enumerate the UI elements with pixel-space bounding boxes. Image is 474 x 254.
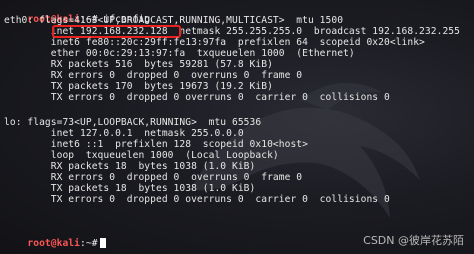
eth0-inet6: inet6 fe80::20c:29ff:fe13:97fa prefixlen…	[4, 37, 425, 48]
lo-inet6: inet6 ::1 prefixlen 128 scopeid 0x10<hos…	[4, 139, 308, 150]
lo-header: lo: flags=73<UP,LOOPBACK,RUNNING> mtu 65…	[4, 117, 262, 128]
lo-tx-errors: TX errors 0 dropped 0 overruns 0 carrier…	[4, 194, 390, 205]
csdn-watermark: CSDN @彼岸花苏陌	[363, 234, 464, 247]
prompt-line-2[interactable]: root@kali:~#	[4, 227, 106, 249]
terminal-window[interactable]: root@kali:~# ifconfig eth0: flags=4163<U…	[0, 0, 474, 254]
text-cursor	[99, 238, 106, 248]
lo-rx-errors: RX errors 0 dropped 0 overruns 0 frame 0	[4, 172, 303, 183]
prompt-line-1: root@kali:~# ifconfig	[4, 3, 150, 25]
eth0-tx-errors: TX errors 0 dropped 0 overruns 0 carrier…	[4, 92, 390, 103]
prompt-separator-2: :~#	[80, 238, 98, 249]
prompt-user-host-2: root@kali	[27, 238, 81, 249]
lo-inet: inet 127.0.0.1 netmask 255.0.0.0	[4, 128, 244, 139]
lo-rx-packets: RX packets 18 bytes 1038 (1.0 KiB)	[4, 161, 256, 172]
eth0-rx-errors: RX errors 0 dropped 0 overruns 0 frame 0	[4, 70, 303, 81]
lo-tx-packets: TX packets 18 bytes 1038 (1.0 KiB)	[4, 183, 256, 194]
eth0-rx-packets: RX packets 516 bytes 59281 (57.8 KiB)	[4, 59, 273, 70]
lo-loop: loop txqueuelen 1000 (Local Loopback)	[4, 150, 279, 161]
eth0-tx-packets: TX packets 170 bytes 19673 (19.2 KiB)	[4, 81, 273, 92]
eth0-ether: ether 00:0c:29:13:97:fa txqueuelen 1000 …	[4, 48, 355, 59]
